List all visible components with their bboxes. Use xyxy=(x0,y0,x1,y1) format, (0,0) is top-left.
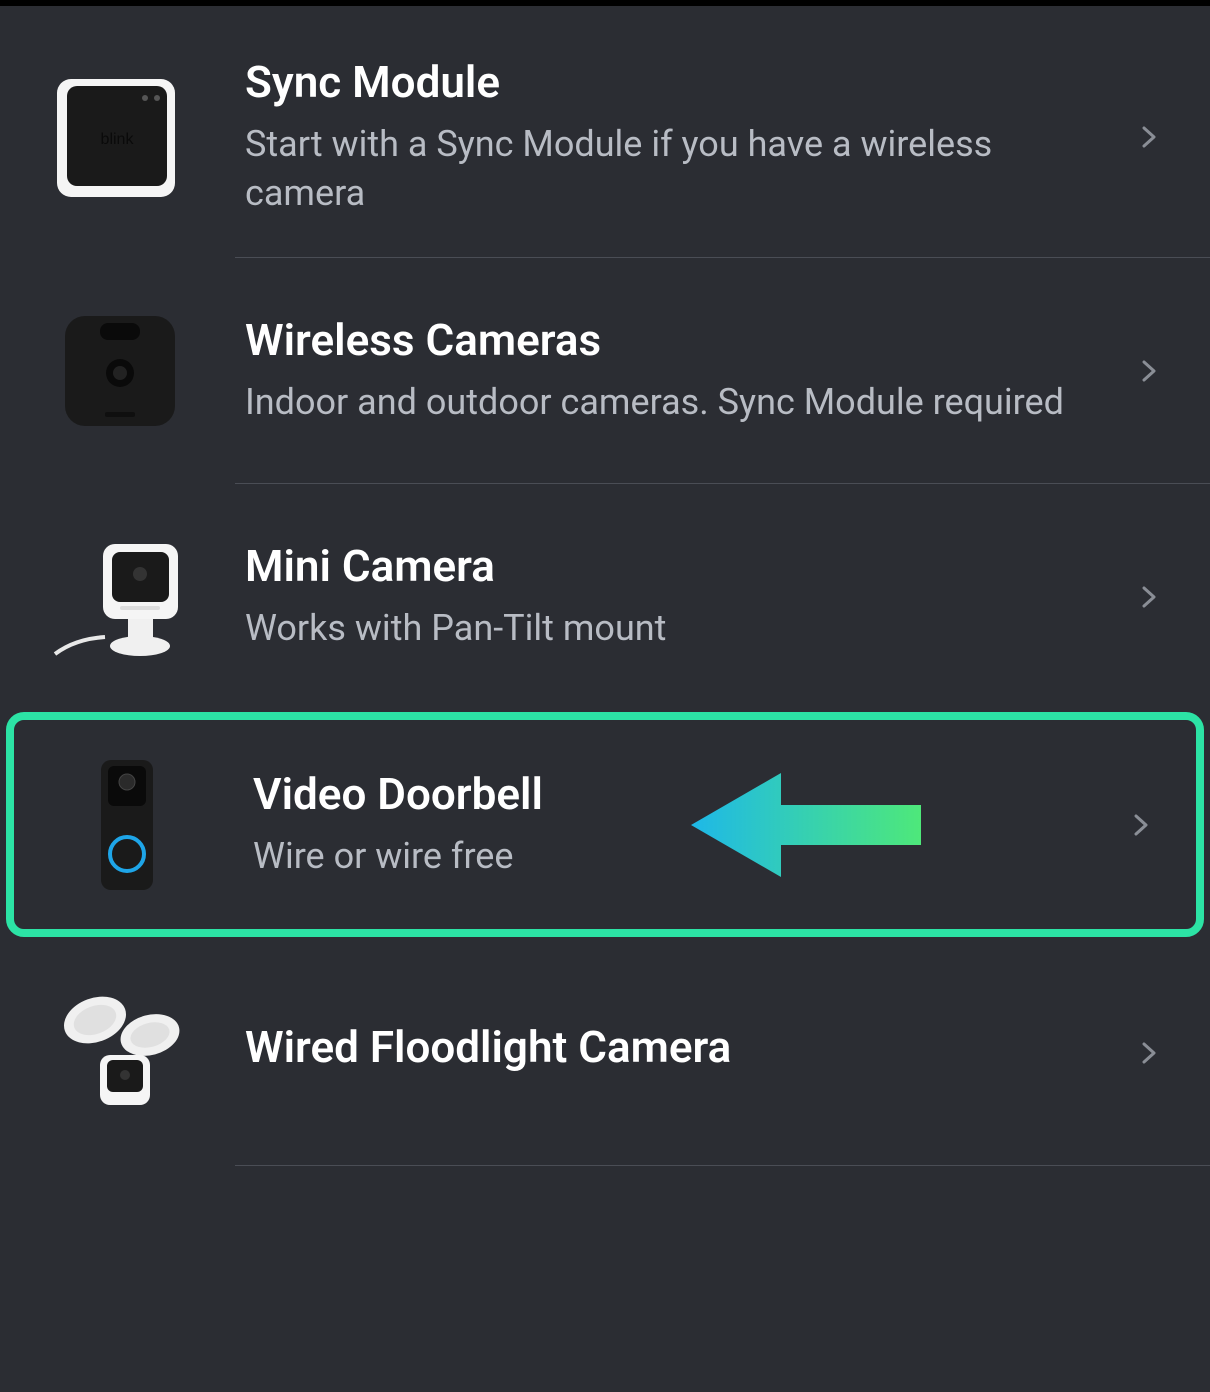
sync-module-icon: blink xyxy=(45,64,190,209)
device-title: Sync Module xyxy=(245,56,1118,108)
device-subtitle: Start with a Sync Module if you have a w… xyxy=(245,120,1118,217)
device-text-wired-floodlight-camera: Wired Floodlight Camera xyxy=(245,1021,1118,1085)
device-item-video-doorbell[interactable]: Video Doorbell Wire or wire free xyxy=(6,712,1204,937)
device-text-sync-module: Sync Module Start with a Sync Module if … xyxy=(245,56,1118,217)
chevron-right-icon xyxy=(1130,814,1152,836)
device-item-wireless-cameras[interactable]: Wireless Cameras Indoor and outdoor came… xyxy=(0,258,1210,483)
device-subtitle: Wire or wire free xyxy=(253,832,1110,881)
device-text-wireless-cameras: Wireless Cameras Indoor and outdoor came… xyxy=(245,314,1118,427)
floodlight-camera-icon xyxy=(45,980,190,1125)
device-subtitle: Works with Pan-Tilt mount xyxy=(245,604,1118,653)
device-item-mini-camera[interactable]: Mini Camera Works with Pan-Tilt mount xyxy=(0,484,1210,709)
device-text-mini-camera: Mini Camera Works with Pan-Tilt mount xyxy=(245,540,1118,653)
chevron-right-icon xyxy=(1138,586,1160,608)
mini-camera-icon xyxy=(45,524,190,669)
chevron-right-icon xyxy=(1138,360,1160,382)
device-title: Wireless Cameras xyxy=(245,314,1118,366)
device-title: Mini Camera xyxy=(245,540,1118,592)
wireless-camera-icon xyxy=(45,298,190,443)
chevron-right-icon xyxy=(1138,1042,1160,1064)
svg-text:blink: blink xyxy=(101,131,135,148)
device-item-wired-floodlight-camera[interactable]: Wired Floodlight Camera xyxy=(0,940,1210,1165)
video-doorbell-icon xyxy=(53,752,198,897)
device-item-sync-module[interactable]: blink Sync Module Start with a Sync Modu… xyxy=(0,16,1210,257)
list-divider xyxy=(235,1165,1210,1166)
device-type-list: blink Sync Module Start with a Sync Modu… xyxy=(0,6,1210,1166)
chevron-right-icon xyxy=(1138,126,1160,148)
highlight-arrow-icon xyxy=(691,765,931,885)
device-text-video-doorbell: Video Doorbell Wire or wire free xyxy=(253,768,1110,881)
device-title: Video Doorbell xyxy=(253,768,1110,820)
device-title: Wired Floodlight Camera xyxy=(245,1021,1118,1073)
device-subtitle: Indoor and outdoor cameras. Sync Module … xyxy=(245,378,1118,427)
